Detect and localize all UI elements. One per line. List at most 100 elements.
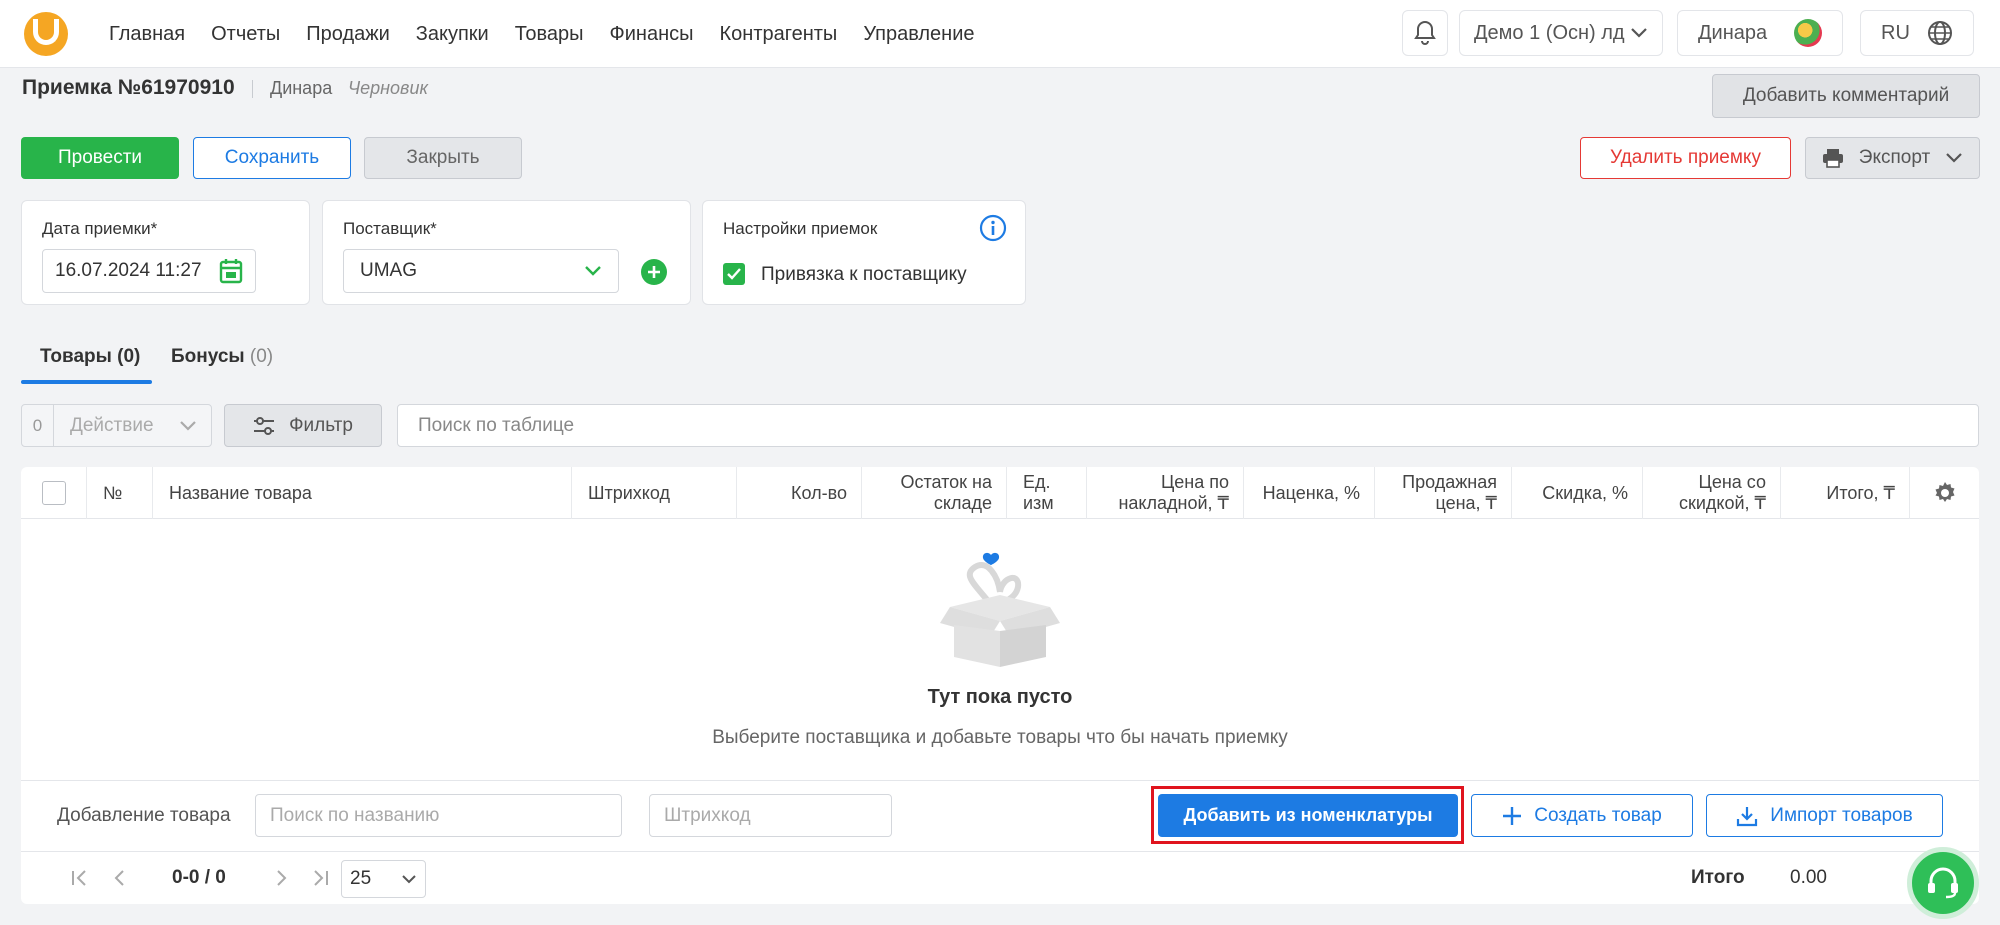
tab-goods[interactable]: Товары (0): [40, 346, 140, 368]
store-name: Демо 1 (Осн) лд: [1474, 21, 1625, 44]
barcode-input[interactable]: Штрихкод: [649, 794, 892, 837]
chevron-down-icon: [402, 875, 416, 884]
bulk-action-label: Действие: [70, 414, 154, 436]
close-button[interactable]: Закрыть: [364, 137, 522, 179]
umag-logo[interactable]: [24, 12, 68, 56]
receipt-date-card: Дата приемки* 16.07.2024 11:27: [21, 200, 310, 305]
last-page-icon[interactable]: [310, 869, 330, 887]
receipt-settings-label: Настройки приемок: [723, 219, 878, 238]
tab-bonuses[interactable]: Бонусы (0): [171, 346, 273, 368]
column-barcode[interactable]: Штрихкод: [572, 467, 737, 519]
table-header: № Название товара Штрихкод Кол-во Остато…: [21, 467, 1979, 519]
empty-box-illustration: [940, 552, 1060, 667]
column-total[interactable]: Итого, ₸: [1781, 467, 1910, 519]
page-size-select[interactable]: 25: [341, 860, 426, 898]
next-page-icon[interactable]: [273, 869, 289, 887]
page-range: 0-0 / 0: [172, 867, 226, 888]
column-discounted-price[interactable]: Цена со скидкой, ₸: [1643, 467, 1781, 519]
create-product-button[interactable]: Создать товар: [1471, 794, 1693, 837]
main-menu: Главная Отчеты Продажи Закупки Товары Фи…: [96, 0, 988, 68]
column-markup[interactable]: Наценка, %: [1244, 467, 1375, 519]
avatar: [1794, 19, 1822, 47]
tab-bonuses-label: Бонусы: [171, 346, 245, 367]
select-all-cell: [21, 467, 87, 519]
column-product-name[interactable]: Название товара: [153, 467, 572, 519]
column-quantity[interactable]: Кол-во: [737, 467, 862, 519]
document-author: Динара: [270, 78, 333, 98]
support-chat-button[interactable]: [1907, 847, 1979, 919]
nav-item-reports[interactable]: Отчеты: [198, 23, 293, 46]
bulk-action-dropdown[interactable]: 0 Действие: [21, 404, 212, 447]
pagination-divider: [21, 851, 1979, 852]
chevron-down-icon: [1631, 28, 1647, 38]
info-icon[interactable]: [979, 214, 1007, 242]
bind-to-supplier-checkbox[interactable]: [723, 263, 745, 285]
document-status: Черновик: [348, 78, 428, 98]
total-label: Итого: [1691, 867, 1745, 888]
column-number[interactable]: №: [87, 467, 153, 519]
nav-item-counterparties[interactable]: Контрагенты: [707, 23, 851, 46]
column-stock[interactable]: Остаток на складе: [862, 467, 1007, 519]
chevron-down-icon: [1946, 153, 1962, 163]
receipt-settings-card: Настройки приемок Привязка к поставщику: [702, 200, 1026, 305]
column-discount[interactable]: Скидка, %: [1512, 467, 1643, 519]
nav-item-sales[interactable]: Продажи: [293, 23, 403, 46]
nav-item-management[interactable]: Управление: [850, 23, 987, 46]
add-comment-button[interactable]: Добавить комментарий: [1712, 74, 1980, 118]
receipt-date-field[interactable]: 16.07.2024 11:27: [42, 249, 256, 293]
selected-count: 0: [22, 405, 54, 446]
supplier-label: Поставщик*: [343, 219, 437, 238]
chevron-down-icon: [180, 420, 196, 431]
supplier-select[interactable]: UMAG: [343, 249, 619, 293]
title-divider: [252, 80, 253, 98]
supplier-card: Поставщик* UMAG: [322, 200, 691, 305]
headset-icon: [1928, 867, 1958, 899]
export-button[interactable]: Экспорт: [1805, 137, 1980, 179]
add-from-nomenclature-button[interactable]: Добавить из номенклатуры: [1158, 794, 1458, 837]
add-supplier-icon[interactable]: [640, 258, 668, 286]
select-all-checkbox[interactable]: [41, 481, 66, 505]
delete-receipt-button[interactable]: Удалить приемку: [1580, 137, 1791, 179]
language-selector[interactable]: RU: [1860, 10, 1974, 56]
plus-icon: [1503, 806, 1522, 825]
product-name-search-input[interactable]: Поиск по названию: [255, 794, 622, 837]
download-icon: [1737, 806, 1758, 826]
notifications-button[interactable]: [1402, 10, 1448, 56]
bell-icon: [1414, 20, 1436, 45]
import-products-button[interactable]: Импорт товаров: [1706, 794, 1943, 837]
tab-goods-count: (0): [117, 346, 141, 367]
column-sale-price[interactable]: Продажная цена, ₸: [1375, 467, 1512, 519]
nav-item-purchases[interactable]: Закупки: [403, 23, 502, 46]
filter-button[interactable]: Фильтр: [224, 404, 382, 447]
nav-item-home[interactable]: Главная: [96, 23, 198, 46]
export-label: Экспорт: [1858, 147, 1931, 168]
filter-sliders-icon: [254, 416, 275, 435]
total-value: 0.00: [1790, 867, 1827, 888]
user-name: Динара: [1698, 21, 1768, 44]
receipt-date-value: 16.07.2024 11:27: [55, 260, 202, 281]
filter-label: Фильтр: [289, 414, 353, 436]
table-search-input[interactable]: Поиск по таблице: [397, 404, 1979, 447]
top-navigation-bar: Главная Отчеты Продажи Закупки Товары Фи…: [0, 0, 2000, 68]
receipt-date-label: Дата приемки*: [42, 219, 158, 238]
save-button[interactable]: Сохранить: [193, 137, 351, 179]
import-products-label: Импорт товаров: [1770, 804, 1913, 826]
bind-to-supplier-label: Привязка к поставщику: [761, 264, 967, 285]
calendar-icon[interactable]: [219, 258, 243, 284]
prev-page-icon[interactable]: [112, 869, 128, 887]
empty-state-subtitle: Выберите поставщика и добавьте товары чт…: [712, 727, 1288, 748]
checkmark-icon: [727, 268, 741, 280]
nav-item-finance[interactable]: Финансы: [597, 23, 707, 46]
globe-icon: [1928, 21, 1952, 45]
post-button[interactable]: Провести: [21, 137, 179, 179]
gear-icon[interactable]: [1933, 481, 1957, 505]
supplier-value: UMAG: [360, 260, 417, 281]
tab-goods-label: Товары: [40, 346, 112, 367]
nav-item-goods[interactable]: Товары: [502, 23, 597, 46]
user-menu[interactable]: Динара: [1677, 10, 1843, 56]
column-invoice-price[interactable]: Цена по накладной, ₸: [1087, 467, 1244, 519]
first-page-icon[interactable]: [70, 869, 90, 887]
table-settings-cell: [1910, 467, 1979, 519]
store-selector[interactable]: Демо 1 (Осн) лд: [1459, 10, 1663, 56]
column-unit[interactable]: Ед. изм: [1007, 467, 1087, 519]
